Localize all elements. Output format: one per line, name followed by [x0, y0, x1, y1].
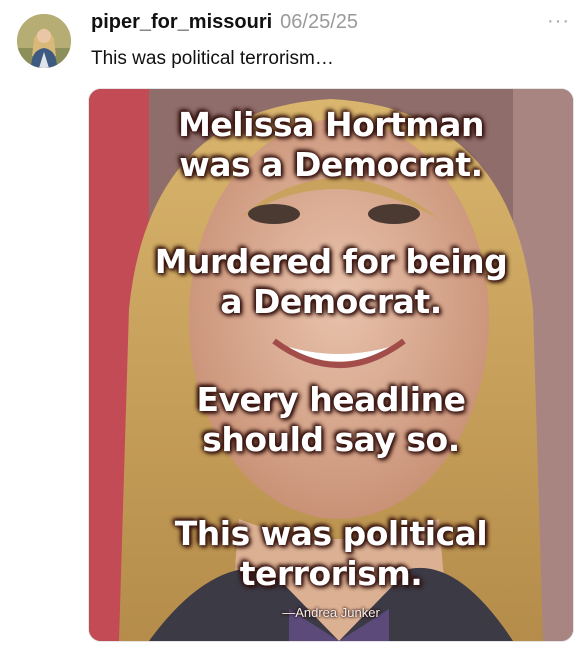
meme-line: Every headline [196, 380, 466, 419]
meme-line: terrorism. [239, 554, 423, 593]
meme-attribution: —Andrea Junker [282, 605, 380, 620]
meme-line: a Democrat. [220, 282, 442, 321]
username[interactable]: piper_for_missouri [91, 11, 272, 34]
meme-line: was a Democrat. [179, 145, 483, 184]
meme-line: should say so. [202, 420, 460, 459]
meme-paragraph-4: This was political terrorism. [89, 514, 573, 594]
meme-paragraph-2: Murdered for being a Democrat. [89, 242, 573, 322]
avatar[interactable] [17, 14, 71, 68]
meme-paragraph-1: Melissa Hortman was a Democrat. [89, 105, 573, 185]
post: piper_for_missouri 06/25/25 ··· This was… [0, 0, 585, 657]
more-horizontal-icon[interactable]: ··· [547, 10, 570, 33]
avatar-image [17, 14, 71, 68]
meme-paragraph-3: Every headline should say so. [89, 380, 573, 460]
post-caption: This was political terrorism… [91, 48, 334, 69]
post-image[interactable]: Melissa Hortman was a Democrat. Murdered… [89, 89, 573, 641]
meme-line: Murdered for being [154, 242, 508, 281]
meme-line: Melissa Hortman [178, 105, 484, 144]
post-header: piper_for_missouri 06/25/25 [91, 11, 358, 41]
post-date: 06/25/25 [280, 11, 359, 33]
meme-line: This was political [174, 514, 488, 553]
